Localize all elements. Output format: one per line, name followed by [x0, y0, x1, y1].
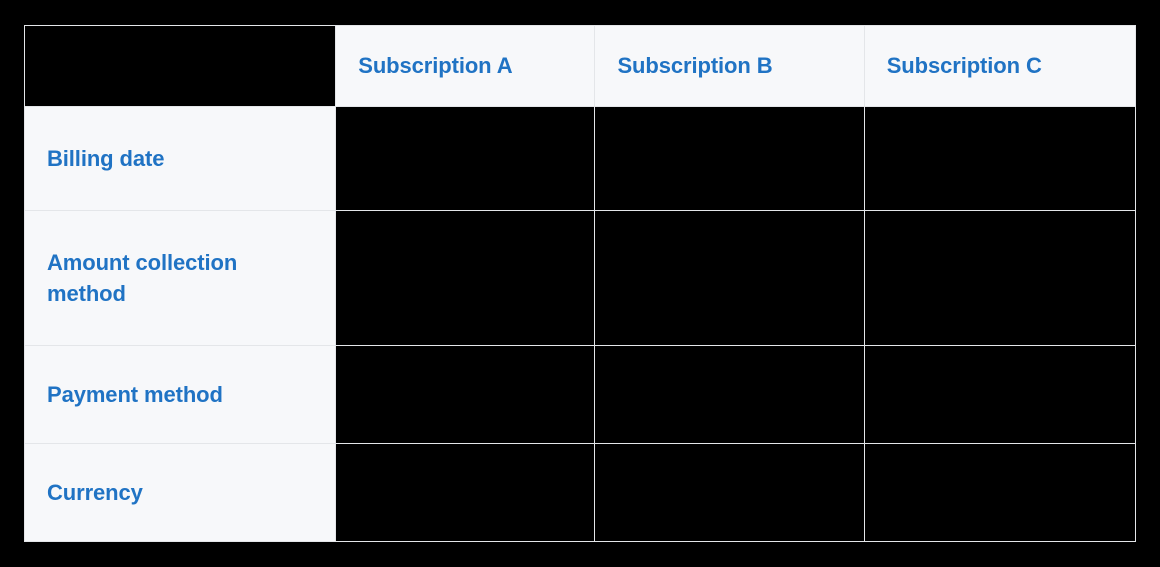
comparison-table-grid: Subscription A Subscription B Subscripti… — [23, 25, 1137, 543]
column-header-subscription-a: Subscription A — [335, 25, 596, 107]
row-header-amount-collection-method: Amount collection method — [23, 210, 337, 346]
cell-billing-date-subscription-c — [863, 105, 1137, 212]
table-row: Billing date — [23, 105, 1137, 212]
table-header: Subscription A Subscription B Subscripti… — [23, 25, 1137, 107]
cell-currency-subscription-b — [594, 442, 865, 543]
cell-amount-collection-method-subscription-a — [335, 210, 596, 346]
row-header-payment-method: Payment method — [23, 344, 337, 444]
cell-currency-subscription-c — [863, 442, 1137, 543]
subscription-comparison-table: Subscription A Subscription B Subscripti… — [23, 25, 1137, 543]
row-header-currency: Currency — [23, 442, 337, 543]
table-row: Payment method — [23, 344, 1137, 444]
header-row: Subscription A Subscription B Subscripti… — [23, 25, 1137, 107]
table-row: Currency — [23, 442, 1137, 543]
cell-amount-collection-method-subscription-c — [863, 210, 1137, 346]
cell-billing-date-subscription-b — [594, 105, 865, 212]
cell-payment-method-subscription-c — [863, 344, 1137, 444]
screenshot-canvas: Subscription A Subscription B Subscripti… — [0, 0, 1160, 567]
cell-payment-method-subscription-a — [335, 344, 596, 444]
cell-amount-collection-method-subscription-b — [594, 210, 865, 346]
cell-payment-method-subscription-b — [594, 344, 865, 444]
table-row: Amount collection method — [23, 210, 1137, 346]
column-header-subscription-c: Subscription C — [863, 25, 1137, 107]
row-header-billing-date: Billing date — [23, 105, 337, 212]
corner-header-cell — [23, 25, 337, 107]
table-body: Billing date Amount collection method Pa… — [23, 105, 1137, 543]
cell-billing-date-subscription-a — [335, 105, 596, 212]
cell-currency-subscription-a — [335, 442, 596, 543]
column-header-subscription-b: Subscription B — [594, 25, 865, 107]
